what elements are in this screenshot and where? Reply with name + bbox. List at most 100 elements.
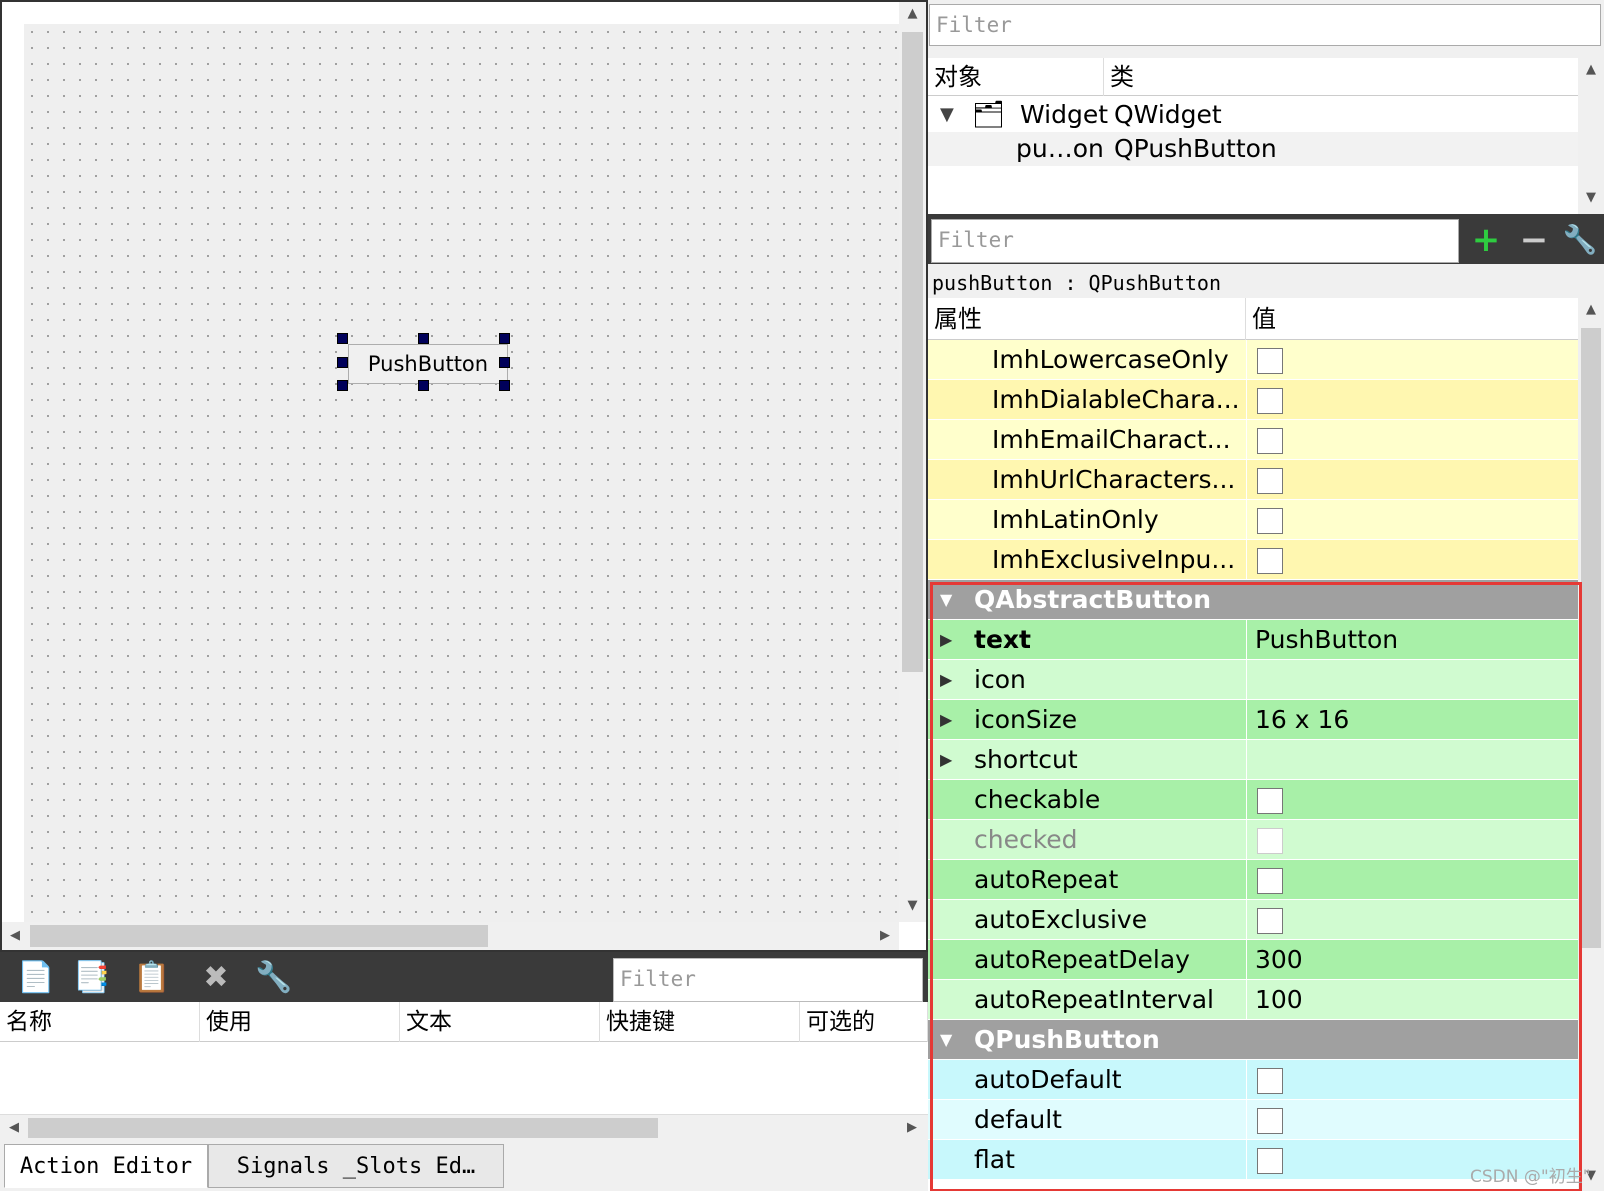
property-checkbox[interactable] [1257,1148,1283,1174]
resize-handle[interactable] [418,380,429,391]
scrollbar-thumb[interactable] [28,1118,658,1138]
object-tree-scrollbar[interactable]: ▲ ▼ [1578,58,1604,214]
expand-arrow-icon[interactable]: ▶ [940,660,952,700]
property-group-header[interactable]: ▼ QPushButton [928,1020,1578,1060]
property-value[interactable] [1246,1100,1578,1140]
property-row[interactable]: ImhDialableChara... [928,380,1578,420]
scroll-up-icon[interactable]: ▲ [1578,58,1604,84]
resize-handle[interactable] [418,333,429,344]
property-value[interactable] [1246,820,1578,860]
property-row[interactable]: ImhLatinOnly [928,500,1578,540]
property-value[interactable]: PushButton [1246,620,1578,660]
property-value[interactable] [1246,540,1578,580]
designer-push-button[interactable]: PushButton [348,344,508,384]
scroll-up-icon[interactable]: ▲ [899,2,926,28]
scroll-left-icon[interactable]: ◀ [2,1116,26,1140]
property-group-header[interactable]: ▼ QAbstractButton [928,580,1578,620]
property-value[interactable] [1246,780,1578,820]
collapse-arrow-icon[interactable]: ▼ [940,98,954,132]
property-value[interactable] [1246,500,1578,540]
property-checkbox[interactable] [1257,348,1283,374]
property-row[interactable]: autoRepeatInterval 100 [928,980,1578,1020]
form-canvas[interactable] [24,24,899,924]
expand-arrow-icon[interactable]: ▶ [940,700,952,740]
action-list-horizontal-scrollbar[interactable]: ◀ ▶ [0,1114,928,1142]
column-header-property[interactable]: 属性 [928,298,1246,340]
property-checkbox[interactable] [1257,1108,1283,1134]
object-row-widget[interactable]: ▼ 🗂 Widget QWidget [928,98,1578,132]
delete-action-icon[interactable]: ✖ [196,958,236,998]
property-value[interactable]: 16 x 16 [1246,700,1578,740]
collapse-arrow-icon[interactable]: ▼ [940,1020,952,1060]
property-value[interactable] [1246,340,1578,380]
column-header-shortcut[interactable]: 快捷键 [600,1002,800,1042]
property-row[interactable]: autoExclusive [928,900,1578,940]
column-header-used[interactable]: 使用 [200,1002,400,1042]
property-checkbox[interactable] [1257,908,1283,934]
paste-action-icon[interactable]: 📋 [132,958,172,998]
property-row[interactable]: ImhExclusiveInpu... [928,540,1578,580]
configure-wrench-icon[interactable]: 🔧 [254,958,294,998]
property-value[interactable]: 300 [1246,940,1578,980]
tab-action-editor[interactable]: Action Editor [4,1144,208,1188]
property-value[interactable] [1246,660,1578,700]
expand-arrow-icon[interactable]: ▶ [940,740,952,780]
property-row[interactable]: ▶ iconSize 16 x 16 [928,700,1578,740]
property-value[interactable] [1246,460,1578,500]
resize-handle[interactable] [337,333,348,344]
collapse-arrow-icon[interactable]: ▼ [940,580,952,620]
property-checkbox[interactable] [1257,868,1283,894]
expand-arrow-icon[interactable]: ▶ [940,620,952,660]
property-value[interactable] [1246,860,1578,900]
property-row[interactable]: ImhEmailCharact... [928,420,1578,460]
property-row[interactable]: autoRepeatDelay 300 [928,940,1578,980]
property-checkbox[interactable] [1257,388,1283,414]
property-value[interactable] [1246,740,1578,780]
property-row[interactable]: ▶ text PushButton [928,620,1578,660]
canvas-horizontal-scrollbar[interactable]: ◀ ▶ [2,922,899,950]
resize-handle[interactable] [499,357,510,368]
add-property-icon[interactable]: + [1466,220,1506,260]
object-row-pushbutton[interactable]: pu…on QPushButton [928,132,1578,166]
property-checkbox[interactable] [1257,788,1283,814]
resize-handle[interactable] [337,380,348,391]
scroll-right-icon[interactable]: ▶ [872,924,898,948]
property-table[interactable]: ImhLowercaseOnly ImhDialableChara... ImhEm… [928,340,1578,1191]
property-row[interactable]: ImhUrlCharacters... [928,460,1578,500]
scrollbar-thumb[interactable] [1581,328,1601,948]
property-checkbox[interactable] [1257,1068,1283,1094]
property-row[interactable]: default [928,1100,1578,1140]
object-filter-input[interactable]: Filter [929,4,1601,46]
property-checkbox[interactable] [1257,548,1283,574]
property-row[interactable]: autoRepeat [928,860,1578,900]
property-table-scrollbar[interactable]: ▲ ▼ [1578,298,1604,1191]
property-value[interactable] [1246,1060,1578,1100]
new-action-icon[interactable]: 📄 [16,958,56,998]
scroll-up-icon[interactable]: ▲ [1578,298,1604,324]
scroll-right-icon[interactable]: ▶ [900,1116,924,1140]
property-row[interactable]: checked [928,820,1578,860]
column-header-value[interactable]: 值 [1246,298,1578,340]
resize-handle[interactable] [337,357,348,368]
resize-handle[interactable] [499,333,510,344]
scrollbar-thumb[interactable] [902,32,923,672]
scroll-down-icon[interactable]: ▼ [1578,186,1604,212]
property-checkbox[interactable] [1257,428,1283,454]
column-header-name[interactable]: 名称 [0,1002,200,1042]
property-row[interactable]: ▶ shortcut [928,740,1578,780]
property-row[interactable]: ImhLowercaseOnly [928,340,1578,380]
canvas-vertical-scrollbar[interactable]: ▲ ▼ [899,2,926,922]
configure-wrench-icon[interactable]: 🔧 [1560,220,1600,260]
resize-handle[interactable] [499,380,510,391]
tab-signals-slots-editor[interactable]: Signals _Slots Ed… [208,1144,504,1188]
property-value[interactable] [1246,420,1578,460]
property-filter-input[interactable]: Filter [931,219,1459,263]
property-row[interactable]: autoDefault [928,1060,1578,1100]
property-checkbox[interactable] [1257,468,1283,494]
column-header-class[interactable]: 类 [1104,58,1578,96]
object-tree[interactable]: ▼ 🗂 Widget QWidget pu…on QPushButton [928,96,1578,214]
column-header-checkable[interactable]: 可选的 [800,1002,928,1042]
column-header-text[interactable]: 文本 [400,1002,600,1042]
property-value[interactable]: 100 [1246,980,1578,1020]
property-row[interactable]: ▶ icon [928,660,1578,700]
